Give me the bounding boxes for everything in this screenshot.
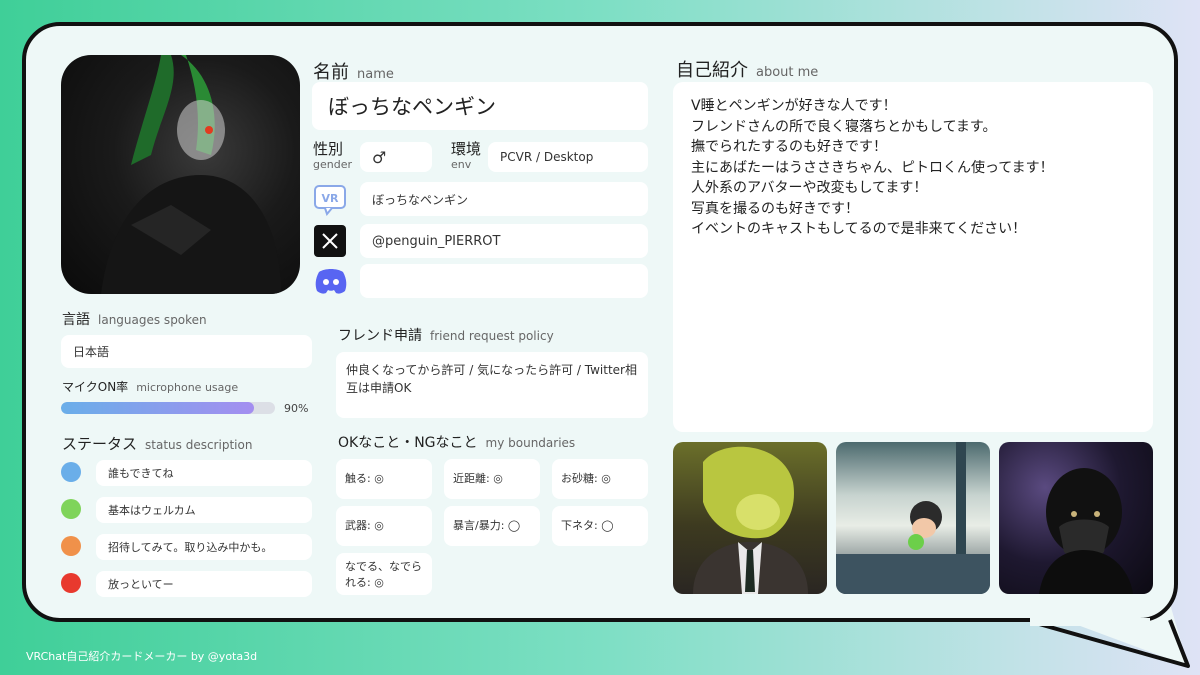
name-value: ぼっちなペンギン bbox=[312, 82, 648, 130]
about-line: イベントのキャストもしてるので是非来てください！ bbox=[691, 221, 1027, 237]
mic-label-en: microphone usage bbox=[136, 381, 239, 394]
x-icon bbox=[314, 225, 346, 257]
about-label-en: about me bbox=[756, 65, 819, 80]
boundary-item: 触る: ◎ bbox=[336, 459, 432, 499]
mic-percent: 90% bbox=[284, 402, 309, 415]
status-text: 誰もできてね bbox=[96, 460, 312, 486]
name-label: 名前 bbox=[313, 62, 349, 83]
gender-label-en: gender bbox=[313, 158, 352, 171]
boundaries-label-en: my boundaries bbox=[485, 436, 576, 450]
env-value: PCVR / Desktop bbox=[488, 142, 648, 172]
vrchat-icon: VR bbox=[313, 184, 347, 217]
boundaries-label: OKなこと・NGなこと bbox=[338, 435, 478, 451]
status-text: 放っといてー bbox=[96, 571, 312, 597]
footer-credit: VRChat自己紹介カードメーカー by @yota3d bbox=[26, 650, 258, 663]
mic-progress-bar bbox=[61, 402, 275, 414]
boundary-item: なでる、なでられる: ◎ bbox=[336, 553, 432, 595]
boundary-item: 暴言/暴力: ◯ bbox=[444, 506, 540, 546]
friend-label: フレンド申請 bbox=[338, 328, 422, 344]
about-line: 撫でられたするのも好きです！ bbox=[691, 139, 887, 155]
env-label-en: env bbox=[451, 158, 472, 171]
env-label: 環境 bbox=[451, 140, 482, 158]
mic-progress-fill bbox=[61, 402, 254, 414]
gallery-photo-2 bbox=[836, 442, 990, 594]
about-line: 人外系のアバターや改変もしてます！ bbox=[691, 180, 928, 196]
discord-value bbox=[360, 264, 648, 298]
status-color-dot bbox=[61, 462, 81, 482]
gender-label: 性別 bbox=[313, 140, 344, 158]
status-color-dot bbox=[61, 536, 81, 556]
about-line: 主にあばたーはうささきちゃん、ピトロくん使ってます！ bbox=[691, 159, 1054, 176]
boundary-item: 武器: ◎ bbox=[336, 506, 432, 546]
status-text: 招待してみて。取り込み中かも。 bbox=[96, 534, 312, 560]
about-line: フレンドさんの所で良く寝落ちとかもしてます。 bbox=[691, 118, 997, 135]
vrchat-name-value: ぼっちなペンギン bbox=[360, 182, 648, 216]
x-handle-value: @penguin_PIERROT bbox=[360, 224, 648, 258]
tail-seam bbox=[1030, 618, 1150, 626]
gallery-photo-3 bbox=[999, 442, 1153, 594]
about-text: V睡とペンギンが好きな人です！ フレンドさんの所で良く寝落ちとかもしてます。 撫でら… bbox=[673, 82, 1153, 432]
about-label: 自己紹介 bbox=[676, 60, 748, 81]
about-line: V睡とペンギンが好きな人です！ bbox=[691, 98, 897, 114]
friend-value: 仲良くなってから許可 / 気になったら許可 / Twitter相互は申請OK bbox=[336, 352, 648, 418]
status-text: 基本はウェルカム bbox=[96, 497, 312, 523]
status-label: ステータス bbox=[62, 435, 138, 453]
status-color-dot bbox=[61, 573, 81, 593]
languages-label: 言語 bbox=[62, 312, 90, 328]
languages-value: 日本語 bbox=[61, 335, 312, 368]
mic-label: マイクON率 bbox=[62, 380, 129, 394]
discord-icon bbox=[313, 266, 349, 296]
status-label-en: status description bbox=[145, 438, 253, 452]
avatar-photo bbox=[61, 55, 300, 294]
name-label-en: name bbox=[357, 67, 394, 82]
boundary-item: お砂糖: ◎ bbox=[552, 459, 648, 499]
languages-label-en: languages spoken bbox=[98, 313, 207, 327]
svg-text:VR: VR bbox=[322, 192, 340, 205]
boundary-item: 下ネタ: ◯ bbox=[552, 506, 648, 546]
gallery-photo-1 bbox=[673, 442, 827, 594]
friend-label-en: friend request policy bbox=[430, 329, 554, 343]
status-color-dot bbox=[61, 499, 81, 519]
boundary-item: 近距離: ◎ bbox=[444, 459, 540, 499]
about-line: 写真を撮るのも好きです！ bbox=[691, 200, 859, 217]
gender-value: ♂ bbox=[360, 142, 432, 172]
